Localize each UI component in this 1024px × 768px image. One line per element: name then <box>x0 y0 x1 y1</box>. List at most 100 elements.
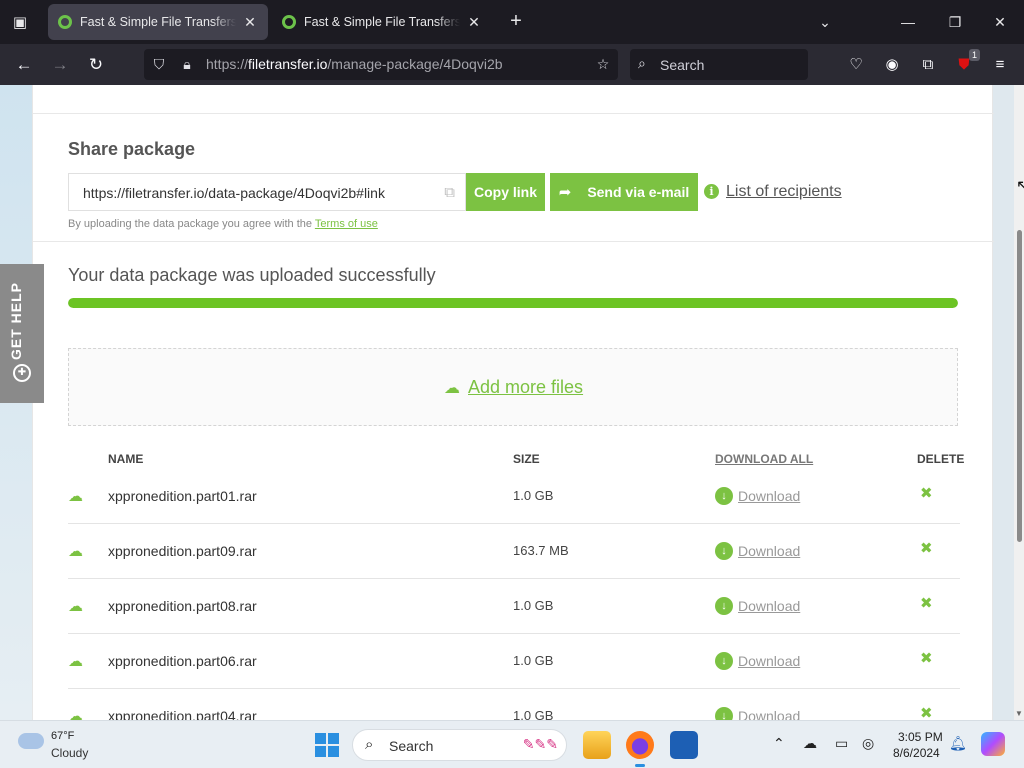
extensions-icon[interactable]: ⧉ <box>914 51 942 79</box>
download-icon[interactable]: ↓ <box>715 597 733 615</box>
add-more-files-link[interactable]: Add more files <box>468 377 583 398</box>
scroll-down-arrow-icon[interactable]: ▼ <box>1015 709 1023 718</box>
search-icon: ⌕ <box>638 55 646 71</box>
display-icon[interactable]: ▭ <box>835 735 848 752</box>
taskbar-search-input[interactable]: ⌕ Search ✎✎✎ <box>352 729 567 761</box>
file-name: xppronedition.part01.rar <box>108 488 257 504</box>
search-icon: ⌕ <box>365 736 374 753</box>
download-icon[interactable]: ↓ <box>715 707 733 720</box>
table-row: ☁ xppronedition.part09.rar 163.7 MB ↓ Do… <box>68 524 960 579</box>
scrollbar-thumb[interactable] <box>1017 230 1022 542</box>
get-help-label: GET HELP <box>8 282 24 361</box>
upload-progress-bar <box>68 298 958 308</box>
file-name: xppronedition.part09.rar <box>108 543 257 559</box>
network-icon[interactable]: ◎ <box>862 735 874 752</box>
file-size: 1.0 GB <box>513 598 554 613</box>
cloud-weather-icon[interactable] <box>18 733 44 749</box>
get-help-tab[interactable]: GET HELP ✚ <box>0 264 44 403</box>
windows-start-icon[interactable] <box>315 733 339 757</box>
download-icon[interactable]: ↓ <box>715 487 733 505</box>
copy-link-button[interactable]: Copy link <box>466 173 545 211</box>
close-tab-icon[interactable]: ✕ <box>242 14 258 31</box>
download-link[interactable]: Download <box>738 543 800 559</box>
tab-active[interactable]: Fast & Simple File Transfers - FileTrans… <box>48 4 268 40</box>
terms-of-use-link[interactable]: Terms of use <box>315 218 378 230</box>
download-all-link[interactable]: DOWNLOAD ALL <box>715 452 813 466</box>
lock-icon[interactable]: 🔒︎ <box>178 55 196 73</box>
url-bar[interactable]: ⛉ 🔒︎ https://filetransfer.io/manage-pack… <box>144 49 618 80</box>
new-tab-icon[interactable]: + <box>504 10 528 34</box>
send-email-button[interactable]: ➦ Send via e-mail <box>550 173 698 211</box>
download-link[interactable]: Download <box>738 653 800 669</box>
menu-icon[interactable]: ≡ <box>986 51 1014 79</box>
delete-icon[interactable]: ✖ <box>920 704 933 720</box>
restore-icon[interactable]: ❐ <box>940 8 970 36</box>
forward-icon[interactable]: → <box>46 51 74 79</box>
minimize-icon[interactable]: — <box>893 8 923 36</box>
terms-notice: By uploading the data package you agree … <box>68 218 378 230</box>
clock-date[interactable]: 8/6/2024 <box>893 746 940 760</box>
url-text[interactable]: https://filetransfer.io/manage-package/4… <box>206 56 503 72</box>
uploaded-cloud-icon: ☁ <box>68 708 83 720</box>
clock-time[interactable]: 3:05 PM <box>898 730 943 744</box>
page-viewport: Share package https://filetransfer.io/da… <box>0 85 1024 720</box>
ublock-icon[interactable]: ⛊ 1 <box>950 49 980 79</box>
firefox-icon[interactable] <box>626 731 654 767</box>
download-icon[interactable]: ↓ <box>715 542 733 560</box>
uploaded-cloud-icon: ☁ <box>68 543 83 560</box>
close-window-icon[interactable]: ✕ <box>985 8 1015 36</box>
uploaded-cloud-icon: ☁ <box>68 653 83 670</box>
tab-list-icon[interactable]: ▣ <box>8 10 32 34</box>
nav-bar: ← → ↻ ⛉ 🔒︎ https://filetransfer.io/manag… <box>0 44 1024 85</box>
copilot-icon[interactable] <box>981 732 1005 756</box>
weather-temperature[interactable]: 67°F <box>51 730 74 742</box>
file-explorer-icon[interactable] <box>583 731 611 759</box>
table-row: ☁ xppronedition.part08.rar 1.0 GB ↓ Down… <box>68 579 960 634</box>
search-placeholder: Search <box>660 57 705 73</box>
add-files-dropzone[interactable]: ☁ Add more files <box>68 348 958 426</box>
download-link[interactable]: Download <box>738 488 800 504</box>
download-link[interactable]: Download <box>738 598 800 614</box>
external-link-icon[interactable]: ⧉ <box>444 184 455 201</box>
back-icon[interactable]: ← <box>10 51 38 79</box>
browser-search-input[interactable]: ⌕ Search <box>630 49 808 80</box>
tab-title: Fast & Simple File Transfers - FileTrans… <box>304 15 460 29</box>
delete-icon[interactable]: ✖ <box>920 539 933 557</box>
shield-icon[interactable]: ⛉ <box>150 55 168 73</box>
delete-icon[interactable]: ✖ <box>920 594 933 612</box>
column-header-size: SIZE <box>513 452 540 466</box>
file-size: 1.0 GB <box>513 488 554 503</box>
list-of-recipients-link[interactable]: List of recipients <box>726 183 842 201</box>
taskbar-search-placeholder: Search <box>389 738 434 754</box>
list-all-tabs-icon[interactable]: ⌄ <box>810 8 840 36</box>
share-link-field[interactable]: https://filetransfer.io/data-package/4Do… <box>68 173 466 211</box>
delete-icon[interactable]: ✖ <box>920 649 933 667</box>
file-size: 1.0 GB <box>513 708 554 720</box>
share-title: Share package <box>68 139 196 159</box>
account-icon[interactable]: ◉ <box>878 51 906 79</box>
taskbar: 67°F Cloudy ⌕ Search ✎✎✎ ⌃ ☁ ▭ ◎ 3:05 PM… <box>0 720 1024 768</box>
tab-second[interactable]: Fast & Simple File Transfers - FileTrans… <box>272 4 492 40</box>
bookmark-star-icon[interactable]: ☆ <box>594 55 612 73</box>
file-name: xppronedition.part04.rar <box>108 708 257 720</box>
upload-progress-fill <box>68 298 958 308</box>
remote-desktop-icon[interactable] <box>670 731 698 759</box>
reload-icon[interactable]: ↻ <box>82 51 110 79</box>
download-link[interactable]: Download <box>738 708 800 720</box>
notification-bell-icon[interactable]: 🔔︎ <box>949 735 967 752</box>
share-link-text[interactable]: https://filetransfer.io/data-package/4Do… <box>83 185 385 201</box>
file-size: 1.0 GB <box>513 653 554 668</box>
delete-icon[interactable]: ✖ <box>920 484 933 502</box>
close-tab-icon[interactable]: ✕ <box>466 14 482 31</box>
table-row: ☁ xppronedition.part06.rar 1.0 GB ↓ Down… <box>68 634 960 689</box>
table-row: ☁ xppronedition.part01.rar 1.0 GB ↓ Down… <box>68 469 960 524</box>
download-icon[interactable]: ↓ <box>715 652 733 670</box>
show-hidden-icons-icon[interactable]: ⌃ <box>773 735 785 752</box>
onedrive-icon[interactable]: ☁ <box>803 735 817 752</box>
divider <box>33 113 994 114</box>
favicon-icon <box>58 15 72 29</box>
share-arrow-icon: ➦ <box>558 184 572 201</box>
favicon-icon <box>282 15 296 29</box>
weather-condition[interactable]: Cloudy <box>51 746 88 760</box>
pocket-icon[interactable]: ♡ <box>842 51 870 79</box>
